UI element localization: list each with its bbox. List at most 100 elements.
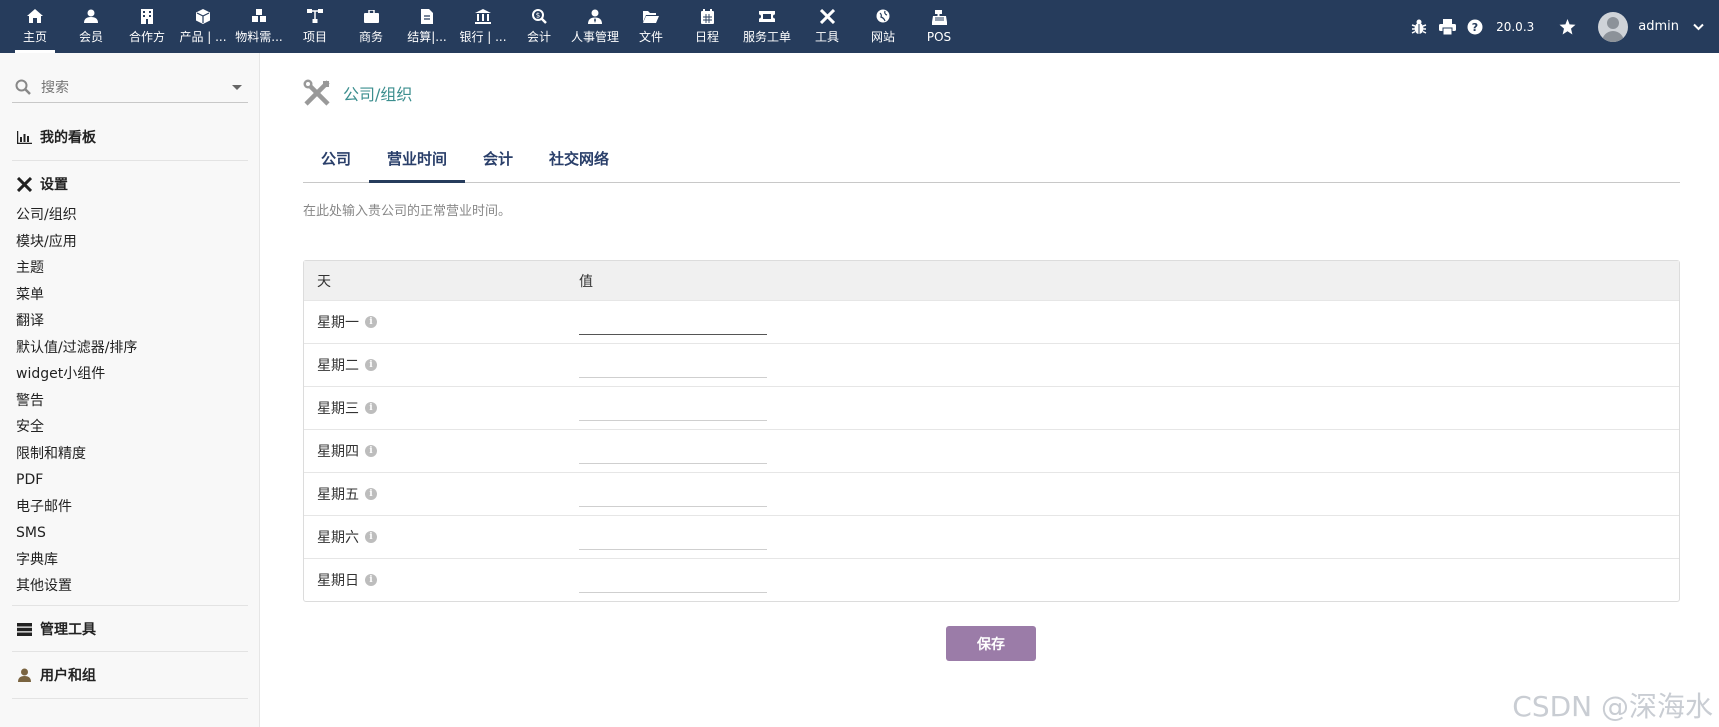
search-icon [15,79,33,97]
menu-item-members[interactable]: 会员 [63,0,119,53]
day-name: 星期二 [317,358,359,374]
info-icon[interactable]: i [365,445,377,457]
sidebar-item-label: 我的看板 [40,130,96,146]
info-icon[interactable]: i [365,531,377,543]
username[interactable]: admin [1638,19,1679,34]
sidebar-link-other[interactable]: 其他设置 [16,573,137,600]
cubes-icon [250,8,268,24]
sidebar-item-users-groups[interactable]: 用户和组 [16,665,96,685]
menu-item-label: 服务工单 [742,30,791,44]
info-icon[interactable]: i [365,402,377,414]
sidebar-item-label: 用户和组 [40,668,96,684]
menu-item-commerce[interactable]: 商务 [343,0,399,53]
sidebar-link-modules[interactable]: 模块/应用 [16,229,137,256]
svg-text:?: ? [1472,21,1478,34]
menu-item-billing[interactable]: 结算|... [399,0,455,53]
sidebar-link-security[interactable]: 安全 [16,414,137,441]
monday-hours-input[interactable] [579,309,767,335]
chevron-down-icon[interactable] [232,85,242,90]
wednesday-hours-input[interactable] [579,395,767,421]
menu-item-website[interactable]: 网站 [855,0,911,53]
thursday-hours-input[interactable] [579,438,767,464]
column-header-day: 天 [317,273,331,290]
calendar-icon [698,8,716,24]
info-icon[interactable]: i [365,488,377,500]
day-label: 星期二 i [304,355,579,375]
menu-item-label: 网站 [870,30,895,44]
settings-links: 公司/组织 模块/应用 主题 菜单 翻译 默认值/过滤器/排序 widget小组… [16,202,137,600]
sidebar-link-translation[interactable]: 翻译 [16,308,137,335]
tab-opening-hours[interactable]: 营业时间 [369,137,466,183]
menu-item-partners[interactable]: 合作方 [119,0,175,53]
tools-icon [818,8,836,24]
search-box[interactable] [12,73,248,103]
table-row: 星期六 i [304,515,1679,558]
search-dollar-icon: $ [530,8,548,24]
help-icon[interactable]: ? [1466,18,1484,36]
svg-text:$: $ [535,11,539,19]
day-name: 星期三 [317,401,359,417]
menu-item-tickets[interactable]: 服务工单 [735,0,799,53]
user-icon [16,667,32,683]
sidebar-link-sms[interactable]: SMS [16,520,137,547]
menu-item-materials[interactable]: 物料需... [231,0,287,53]
globe-icon [874,8,892,24]
top-navigation-bar: 主页 会员 合作方 产品 | ... 物料需... 项目 商务 结算|... 银… [0,0,1719,53]
star-icon[interactable] [1558,18,1576,36]
sidebar-link-theme[interactable]: 主题 [16,255,137,282]
menu-item-agenda[interactable]: 日程 [679,0,735,53]
print-icon[interactable] [1438,18,1456,36]
info-icon[interactable]: i [365,316,377,328]
sidebar-item-dashboard[interactable]: 我的看板 [16,127,96,147]
menu-item-documents[interactable]: 文件 [623,0,679,53]
tools-icon [303,79,331,107]
sunday-hours-input[interactable] [579,567,767,593]
tab-social-networks[interactable]: 社交网络 [531,137,627,182]
menu-item-label: 会员 [78,30,103,44]
table-row: 星期一 i [304,300,1679,343]
menu-item-accounting[interactable]: $ 会计 [511,0,567,53]
sidebar-item-settings[interactable]: 设置 [16,174,68,194]
folder-open-icon [642,8,660,24]
cash-register-icon [930,10,948,26]
divider [12,605,248,606]
menu-item-label: 日程 [694,30,719,44]
menu-item-bank[interactable]: 银行 | ... [455,0,511,53]
sidebar-link-dictionaries[interactable]: 字典库 [16,547,137,574]
menu-item-pos[interactable]: POS [911,0,967,53]
menu-item-projects[interactable]: 项目 [287,0,343,53]
sidebar-link-defaults[interactable]: 默认值/过滤器/排序 [16,335,137,362]
sidebar-link-company[interactable]: 公司/组织 [16,202,137,229]
watermark: CSDN @深海水 [1512,690,1713,723]
sidebar-item-admin-tools[interactable]: 管理工具 [16,619,96,639]
table-row: 星期四 i [304,429,1679,472]
sidebar-link-limits[interactable]: 限制和精度 [16,441,137,468]
menu-item-home[interactable]: 主页 [7,0,63,53]
bank-icon [474,8,492,24]
tab-company[interactable]: 公司 [303,137,369,182]
bug-icon[interactable] [1410,18,1428,36]
avatar[interactable] [1598,11,1629,42]
friday-hours-input[interactable] [579,481,767,507]
menu-item-tools[interactable]: 工具 [799,0,855,53]
tuesday-hours-input[interactable] [579,352,767,378]
chevron-down-icon[interactable] [1689,18,1707,36]
sidebar-link-email[interactable]: 电子邮件 [16,494,137,521]
ticket-icon [758,8,776,24]
info-icon[interactable]: i [365,359,377,371]
tab-accounting[interactable]: 会计 [465,137,531,182]
menu-item-products[interactable]: 产品 | ... [175,0,231,53]
sidebar-link-pdf[interactable]: PDF [16,467,137,494]
main-content: 公司/组织 公司 营业时间 会计 社交网络 在此处输入贵公司的正常营业时间。 天… [260,53,1719,727]
sidebar-link-widgets[interactable]: widget小组件 [16,361,137,388]
menu-item-hr[interactable]: 人事管理 [567,0,623,53]
menu-item-label: 工具 [814,30,839,44]
sidebar-link-menus[interactable]: 菜单 [16,282,137,309]
day-name: 星期日 [317,573,359,589]
save-button[interactable]: 保存 [946,626,1036,661]
saturday-hours-input[interactable] [579,524,767,550]
sidebar-link-alerts[interactable]: 警告 [16,388,137,415]
menu-item-label: 会计 [526,30,551,44]
search-input[interactable] [41,79,221,96]
info-icon[interactable]: i [365,574,377,586]
